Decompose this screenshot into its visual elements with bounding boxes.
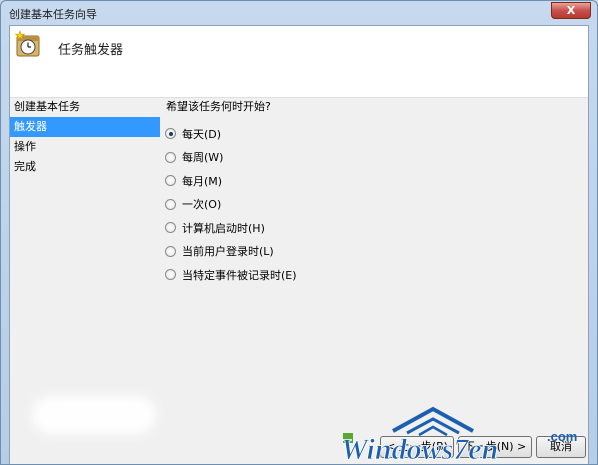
option-label: 一次(O) [182,198,222,212]
option-label: 计算机启动时(H) [182,221,265,235]
title-bar[interactable]: 创建基本任务向导 X [1,1,597,25]
step-finish[interactable]: 完成 [10,157,160,177]
option-once[interactable]: 一次(O) [165,193,297,217]
option-daily[interactable]: 每天(D) [165,122,297,146]
option-user-logon[interactable]: 当前用户登录时(L) [165,240,297,264]
trigger-options: 每天(D) 每周(W) 每月(M) 一次(O) 计算机启动时(H) 当前用户登录… [165,122,297,287]
close-button[interactable]: X [551,2,591,19]
wizard-header: 任务触发器 [10,26,588,98]
radio-once[interactable] [165,198,176,210]
radio-weekly[interactable] [165,151,176,163]
step-label: 触发器 [14,120,47,133]
option-computer-startup[interactable]: 计算机启动时(H) [165,216,297,240]
step-label: 完成 [14,160,36,173]
option-event-logged[interactable]: 当特定事件被记录时(E) [165,263,297,287]
step-label: 操作 [14,140,36,153]
close-icon: X [566,4,576,17]
radio-daily[interactable] [165,128,176,140]
radio-monthly[interactable] [165,175,176,187]
step-trigger[interactable]: 触发器 [10,117,160,137]
option-label: 当特定事件被记录时(E) [182,268,297,282]
option-label: 当前用户登录时(L) [182,245,274,259]
option-label: 每天(D) [182,127,222,141]
wizard-step-list: 创建基本任务 触发器 操作 完成 [10,97,160,177]
option-weekly[interactable]: 每周(W) [165,146,297,170]
option-label: 每周(W) [182,151,224,165]
radio-event-logged[interactable] [165,269,176,281]
task-scheduler-clock-icon [14,30,40,57]
option-label: 每月(M) [182,174,223,188]
option-monthly[interactable]: 每月(M) [165,169,297,193]
window-title: 创建基本任务向导 [9,8,97,21]
wizard-client-area: 任务触发器 创建基本任务 触发器 操作 完成 希望该任务何时开始? 每天(D) … [9,25,589,464]
page-title: 任务触发器 [58,43,124,58]
blurred-region [32,396,156,434]
radio-user-logon[interactable] [165,245,176,257]
site-watermark: Windows7en .com [341,406,577,465]
trigger-question: 希望该任务何时开始? [166,100,271,113]
watermark-text: Windows7en [341,433,498,465]
step-label: 创建基本任务 [14,100,80,113]
radio-computer-startup[interactable] [165,222,176,234]
watermark-suffix: .com [547,429,577,444]
step-create-basic-task[interactable]: 创建基本任务 [10,97,160,117]
wizard-window: 创建基本任务向导 X 任务触发器 创建基本任务 触发器 操作 完成 希望该任务何… [0,0,598,465]
step-action[interactable]: 操作 [10,137,160,157]
